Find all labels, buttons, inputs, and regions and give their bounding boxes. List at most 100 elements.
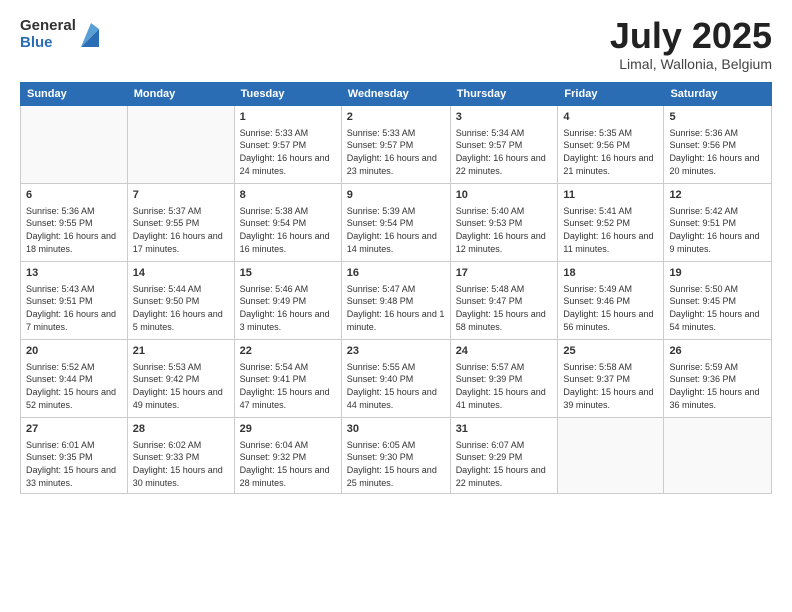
- day-number: 22: [240, 344, 336, 359]
- day-info: Sunrise: 5:37 AM Sunset: 9:55 PM Dayligh…: [133, 205, 229, 255]
- day-number: 26: [669, 344, 766, 359]
- day-info: Sunrise: 5:41 AM Sunset: 9:52 PM Dayligh…: [563, 205, 658, 255]
- day-info: Sunrise: 6:02 AM Sunset: 9:33 PM Dayligh…: [133, 439, 229, 489]
- day-number: 9: [347, 188, 445, 203]
- day-info: Sunrise: 5:40 AM Sunset: 9:53 PM Dayligh…: [456, 205, 553, 255]
- day-info: Sunrise: 5:38 AM Sunset: 9:54 PM Dayligh…: [240, 205, 336, 255]
- day-info: Sunrise: 6:01 AM Sunset: 9:35 PM Dayligh…: [26, 439, 122, 489]
- table-row: 25 Sunrise: 5:58 AM Sunset: 9:37 PM Dayli…: [558, 340, 664, 418]
- table-row: 4Sunrise: 5:35 AM Sunset: 9:56 PM Daylig…: [558, 106, 664, 184]
- day-info: Sunrise: 6:05 AM Sunset: 9:30 PM Dayligh…: [347, 439, 445, 489]
- day-number: 28: [133, 422, 229, 437]
- day-number: 30: [347, 422, 445, 437]
- table-row: 24 Sunrise: 5:57 AM Sunset: 9:39 PM Dayli…: [450, 340, 558, 418]
- day-info: Sunrise: 5:34 AM Sunset: 9:57 PM Dayligh…: [456, 127, 553, 177]
- day-info: Sunrise: 5:42 AM Sunset: 9:51 PM Dayligh…: [669, 205, 766, 255]
- header-monday: Monday: [127, 83, 234, 106]
- day-number: 10: [456, 188, 553, 203]
- day-number: 18: [563, 266, 658, 281]
- table-row: 3Sunrise: 5:34 AM Sunset: 9:57 PM Daylig…: [450, 106, 558, 184]
- table-row: 27 Sunrise: 6:01 AM Sunset: 9:35 PM Dayli…: [21, 418, 128, 494]
- calendar-title: July 2025: [610, 18, 772, 54]
- day-info: Sunrise: 5:55 AM Sunset: 9:40 PM Dayligh…: [347, 361, 445, 411]
- day-number: 29: [240, 422, 336, 437]
- table-row: 15 Sunrise: 5:46 AM Sunset: 9:49 PM Dayli…: [234, 262, 341, 340]
- day-info: Sunrise: 5:33 AM Sunset: 9:57 PM Dayligh…: [347, 127, 445, 177]
- table-row: 14 Sunrise: 5:44 AM Sunset: 9:50 PM Dayli…: [127, 262, 234, 340]
- logo-icon: [79, 19, 99, 47]
- day-info: Sunrise: 5:58 AM Sunset: 9:37 PM Dayligh…: [563, 361, 658, 411]
- table-row: 10 Sunrise: 5:40 AM Sunset: 9:53 PM Dayli…: [450, 184, 558, 262]
- table-row: 28 Sunrise: 6:02 AM Sunset: 9:33 PM Dayli…: [127, 418, 234, 494]
- table-row: 22Sunrise: 5:54 AM Sunset: 9:41 PM Dayli…: [234, 340, 341, 418]
- day-info: Sunrise: 5:53 AM Sunset: 9:42 PM Dayligh…: [133, 361, 229, 411]
- day-info: Sunrise: 5:46 AM Sunset: 9:49 PM Dayligh…: [240, 283, 336, 333]
- header-sunday: Sunday: [21, 83, 128, 106]
- table-row: 21 Sunrise: 5:53 AM Sunset: 9:42 PM Dayli…: [127, 340, 234, 418]
- day-number: 20: [26, 344, 122, 359]
- header-wednesday: Wednesday: [341, 83, 450, 106]
- day-number: 15: [240, 266, 336, 281]
- table-row: [127, 106, 234, 184]
- table-row: 1 Sunrise: 5:33 AM Sunset: 9:57 PM Daylig…: [234, 106, 341, 184]
- table-row: 8 Sunrise: 5:38 AM Sunset: 9:54 PM Daylig…: [234, 184, 341, 262]
- day-number: 13: [26, 266, 122, 281]
- table-row: 13 Sunrise: 5:43 AM Sunset: 9:51 PM Dayli…: [21, 262, 128, 340]
- table-row: 31Sunrise: 6:07 AM Sunset: 9:29 PM Dayli…: [450, 418, 558, 494]
- header-friday: Friday: [558, 83, 664, 106]
- table-row: 19Sunrise: 5:50 AM Sunset: 9:45 PM Dayli…: [664, 262, 772, 340]
- day-number: 6: [26, 188, 122, 203]
- day-info: Sunrise: 6:04 AM Sunset: 9:32 PM Dayligh…: [240, 439, 336, 489]
- day-number: 25: [563, 344, 658, 359]
- table-row: 11 Sunrise: 5:41 AM Sunset: 9:52 PM Dayli…: [558, 184, 664, 262]
- day-info: Sunrise: 5:49 AM Sunset: 9:46 PM Dayligh…: [563, 283, 658, 333]
- day-number: 8: [240, 188, 336, 203]
- day-number: 23: [347, 344, 445, 359]
- day-number: 1: [240, 110, 336, 125]
- day-number: 4: [563, 110, 658, 125]
- day-info: Sunrise: 5:59 AM Sunset: 9:36 PM Dayligh…: [669, 361, 766, 411]
- day-info: Sunrise: 5:39 AM Sunset: 9:54 PM Dayligh…: [347, 205, 445, 255]
- day-number: 7: [133, 188, 229, 203]
- day-info: Sunrise: 5:44 AM Sunset: 9:50 PM Dayligh…: [133, 283, 229, 333]
- table-row: 30 Sunrise: 6:05 AM Sunset: 9:30 PM Dayli…: [341, 418, 450, 494]
- table-row: 23 Sunrise: 5:55 AM Sunset: 9:40 PM Dayli…: [341, 340, 450, 418]
- table-row: 2 Sunrise: 5:33 AM Sunset: 9:57 PM Daylig…: [341, 106, 450, 184]
- header-saturday: Saturday: [664, 83, 772, 106]
- logo: General Blue: [20, 18, 99, 51]
- day-number: 21: [133, 344, 229, 359]
- table-row: 20 Sunrise: 5:52 AM Sunset: 9:44 PM Dayli…: [21, 340, 128, 418]
- day-info: Sunrise: 6:07 AM Sunset: 9:29 PM Dayligh…: [456, 439, 553, 489]
- day-number: 14: [133, 266, 229, 281]
- day-info: Sunrise: 5:47 AM Sunset: 9:48 PM Dayligh…: [347, 283, 445, 333]
- table-row: 5Sunrise: 5:36 AM Sunset: 9:56 PM Daylig…: [664, 106, 772, 184]
- header-tuesday: Tuesday: [234, 83, 341, 106]
- table-row: 6 Sunrise: 5:36 AM Sunset: 9:55 PM Daylig…: [21, 184, 128, 262]
- day-number: 24: [456, 344, 553, 359]
- day-info: Sunrise: 5:43 AM Sunset: 9:51 PM Dayligh…: [26, 283, 122, 333]
- day-number: 11: [563, 188, 658, 203]
- page: General Blue July 2025 Limal, Wallonia, …: [0, 0, 792, 612]
- day-info: Sunrise: 5:48 AM Sunset: 9:47 PM Dayligh…: [456, 283, 553, 333]
- day-number: 5: [669, 110, 766, 125]
- calendar-table: Sunday Monday Tuesday Wednesday Thursday…: [20, 82, 772, 494]
- table-row: 18 Sunrise: 5:49 AM Sunset: 9:46 PM Dayli…: [558, 262, 664, 340]
- calendar-header-row: Sunday Monday Tuesday Wednesday Thursday…: [21, 83, 772, 106]
- day-number: 17: [456, 266, 553, 281]
- table-row: 26 Sunrise: 5:59 AM Sunset: 9:36 PM Dayli…: [664, 340, 772, 418]
- day-info: Sunrise: 5:50 AM Sunset: 9:45 PM Dayligh…: [669, 283, 766, 333]
- title-block: July 2025 Limal, Wallonia, Belgium: [610, 18, 772, 72]
- day-info: Sunrise: 5:52 AM Sunset: 9:44 PM Dayligh…: [26, 361, 122, 411]
- header: General Blue July 2025 Limal, Wallonia, …: [20, 18, 772, 72]
- day-number: 27: [26, 422, 122, 437]
- logo-blue: Blue: [20, 35, 76, 52]
- table-row: 7 Sunrise: 5:37 AM Sunset: 9:55 PM Daylig…: [127, 184, 234, 262]
- day-info: Sunrise: 5:36 AM Sunset: 9:55 PM Dayligh…: [26, 205, 122, 255]
- day-number: 2: [347, 110, 445, 125]
- day-info: Sunrise: 5:57 AM Sunset: 9:39 PM Dayligh…: [456, 361, 553, 411]
- day-info: Sunrise: 5:33 AM Sunset: 9:57 PM Dayligh…: [240, 127, 336, 177]
- table-row: 17 Sunrise: 5:48 AM Sunset: 9:47 PM Dayli…: [450, 262, 558, 340]
- table-row: [21, 106, 128, 184]
- calendar-subtitle: Limal, Wallonia, Belgium: [610, 56, 772, 72]
- day-number: 16: [347, 266, 445, 281]
